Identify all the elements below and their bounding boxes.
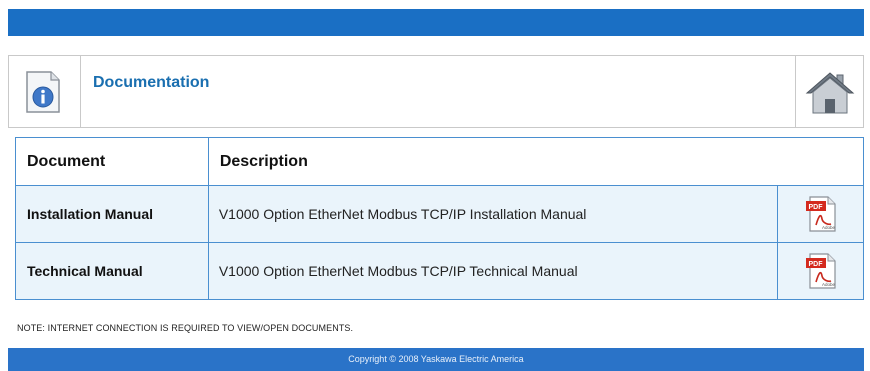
pdf-icon: PDF Adobe (805, 196, 836, 232)
info-icon-box (9, 56, 81, 127)
column-header-description: Description (207, 137, 865, 186)
home-icon (805, 72, 855, 114)
info-document-icon (26, 71, 60, 113)
svg-text:Adobe: Adobe (822, 225, 836, 230)
svg-text:PDF: PDF (808, 261, 823, 268)
header-panel: Documentation (8, 55, 864, 128)
document-name: Technical Manual (15, 242, 209, 300)
svg-text:Adobe: Adobe (822, 282, 836, 287)
page-title: Documentation (93, 74, 210, 91)
top-banner-bar (8, 9, 864, 36)
copyright-text: Copyright © 2008 Yaskawa Electric Americ… (348, 354, 524, 364)
table-row: Technical Manual V1000 Option EtherNet M… (15, 242, 864, 300)
table-header-row: Document Description (15, 137, 865, 186)
footer-bar: Copyright © 2008 Yaskawa Electric Americ… (8, 348, 864, 371)
svg-text:PDF: PDF (808, 204, 823, 211)
column-header-document: Document (15, 137, 209, 186)
document-description: V1000 Option EtherNet Modbus TCP/IP Inst… (207, 185, 779, 243)
table-row: Installation Manual V1000 Option EtherNe… (15, 185, 864, 243)
pdf-link-technical[interactable]: PDF Adobe (777, 242, 864, 300)
document-name: Installation Manual (15, 185, 209, 243)
home-button[interactable] (795, 56, 863, 127)
documents-table: Document Description Installation Manual… (15, 137, 865, 300)
internet-note: NOTE: INTERNET CONNECTION IS REQUIRED TO… (17, 323, 354, 333)
document-description: V1000 Option EtherNet Modbus TCP/IP Tech… (207, 242, 779, 300)
pdf-icon: PDF Adobe (805, 253, 836, 289)
pdf-link-installation[interactable]: PDF Adobe (777, 185, 864, 243)
